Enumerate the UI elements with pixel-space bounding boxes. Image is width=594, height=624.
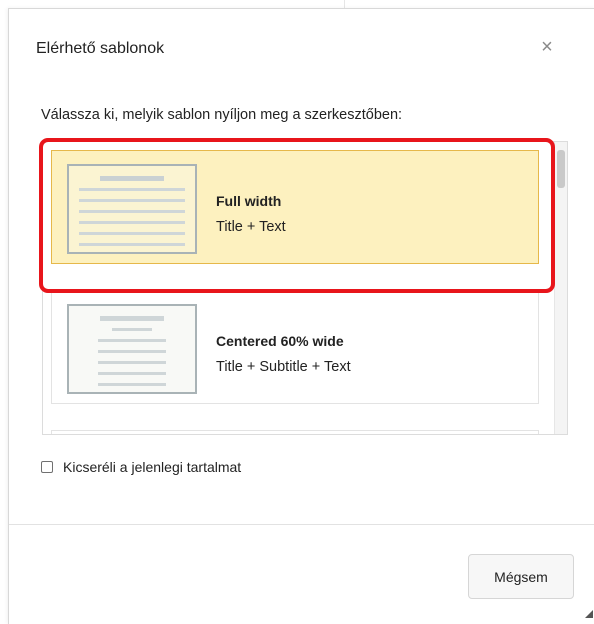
close-icon[interactable]: ×: [535, 35, 559, 59]
template-description: Title + Subtitle + Text: [216, 359, 351, 375]
cancel-button[interactable]: Mégsem: [468, 554, 574, 599]
templates-dialog: Elérhető sablonok × Válassza ki, melyik …: [8, 8, 594, 624]
replace-content-label: Kicseréli a jelenlegi tartalmat: [63, 459, 242, 475]
footer-divider: [9, 524, 594, 525]
template-name: Full width: [216, 193, 282, 209]
replace-content-option[interactable]: Kicseréli a jelenlegi tartalmat: [41, 457, 241, 477]
template-item-third[interactable]: [51, 430, 539, 434]
dialog-title: Elérhető sablonok: [36, 40, 165, 57]
resize-handle-icon[interactable]: [583, 608, 593, 618]
template-item-centered-60-wide[interactable]: Centered 60% wide Title + Subtitle + Tex…: [51, 290, 539, 404]
template-thumbnail: [67, 304, 197, 394]
template-name: Centered 60% wide: [216, 333, 344, 349]
instruction-text: Válassza ki, melyik sablon nyíljon meg a…: [41, 107, 403, 123]
template-list-scrollbar[interactable]: [554, 142, 567, 434]
checkbox-icon[interactable]: [41, 461, 53, 473]
template-description: Title + Text: [216, 219, 286, 235]
scrollbar-thumb[interactable]: [557, 150, 565, 188]
template-list[interactable]: Full width Title + Text Centered 60% wid…: [42, 141, 568, 435]
template-item-full-width[interactable]: Full width Title + Text: [51, 150, 539, 264]
template-thumbnail: [67, 164, 197, 254]
